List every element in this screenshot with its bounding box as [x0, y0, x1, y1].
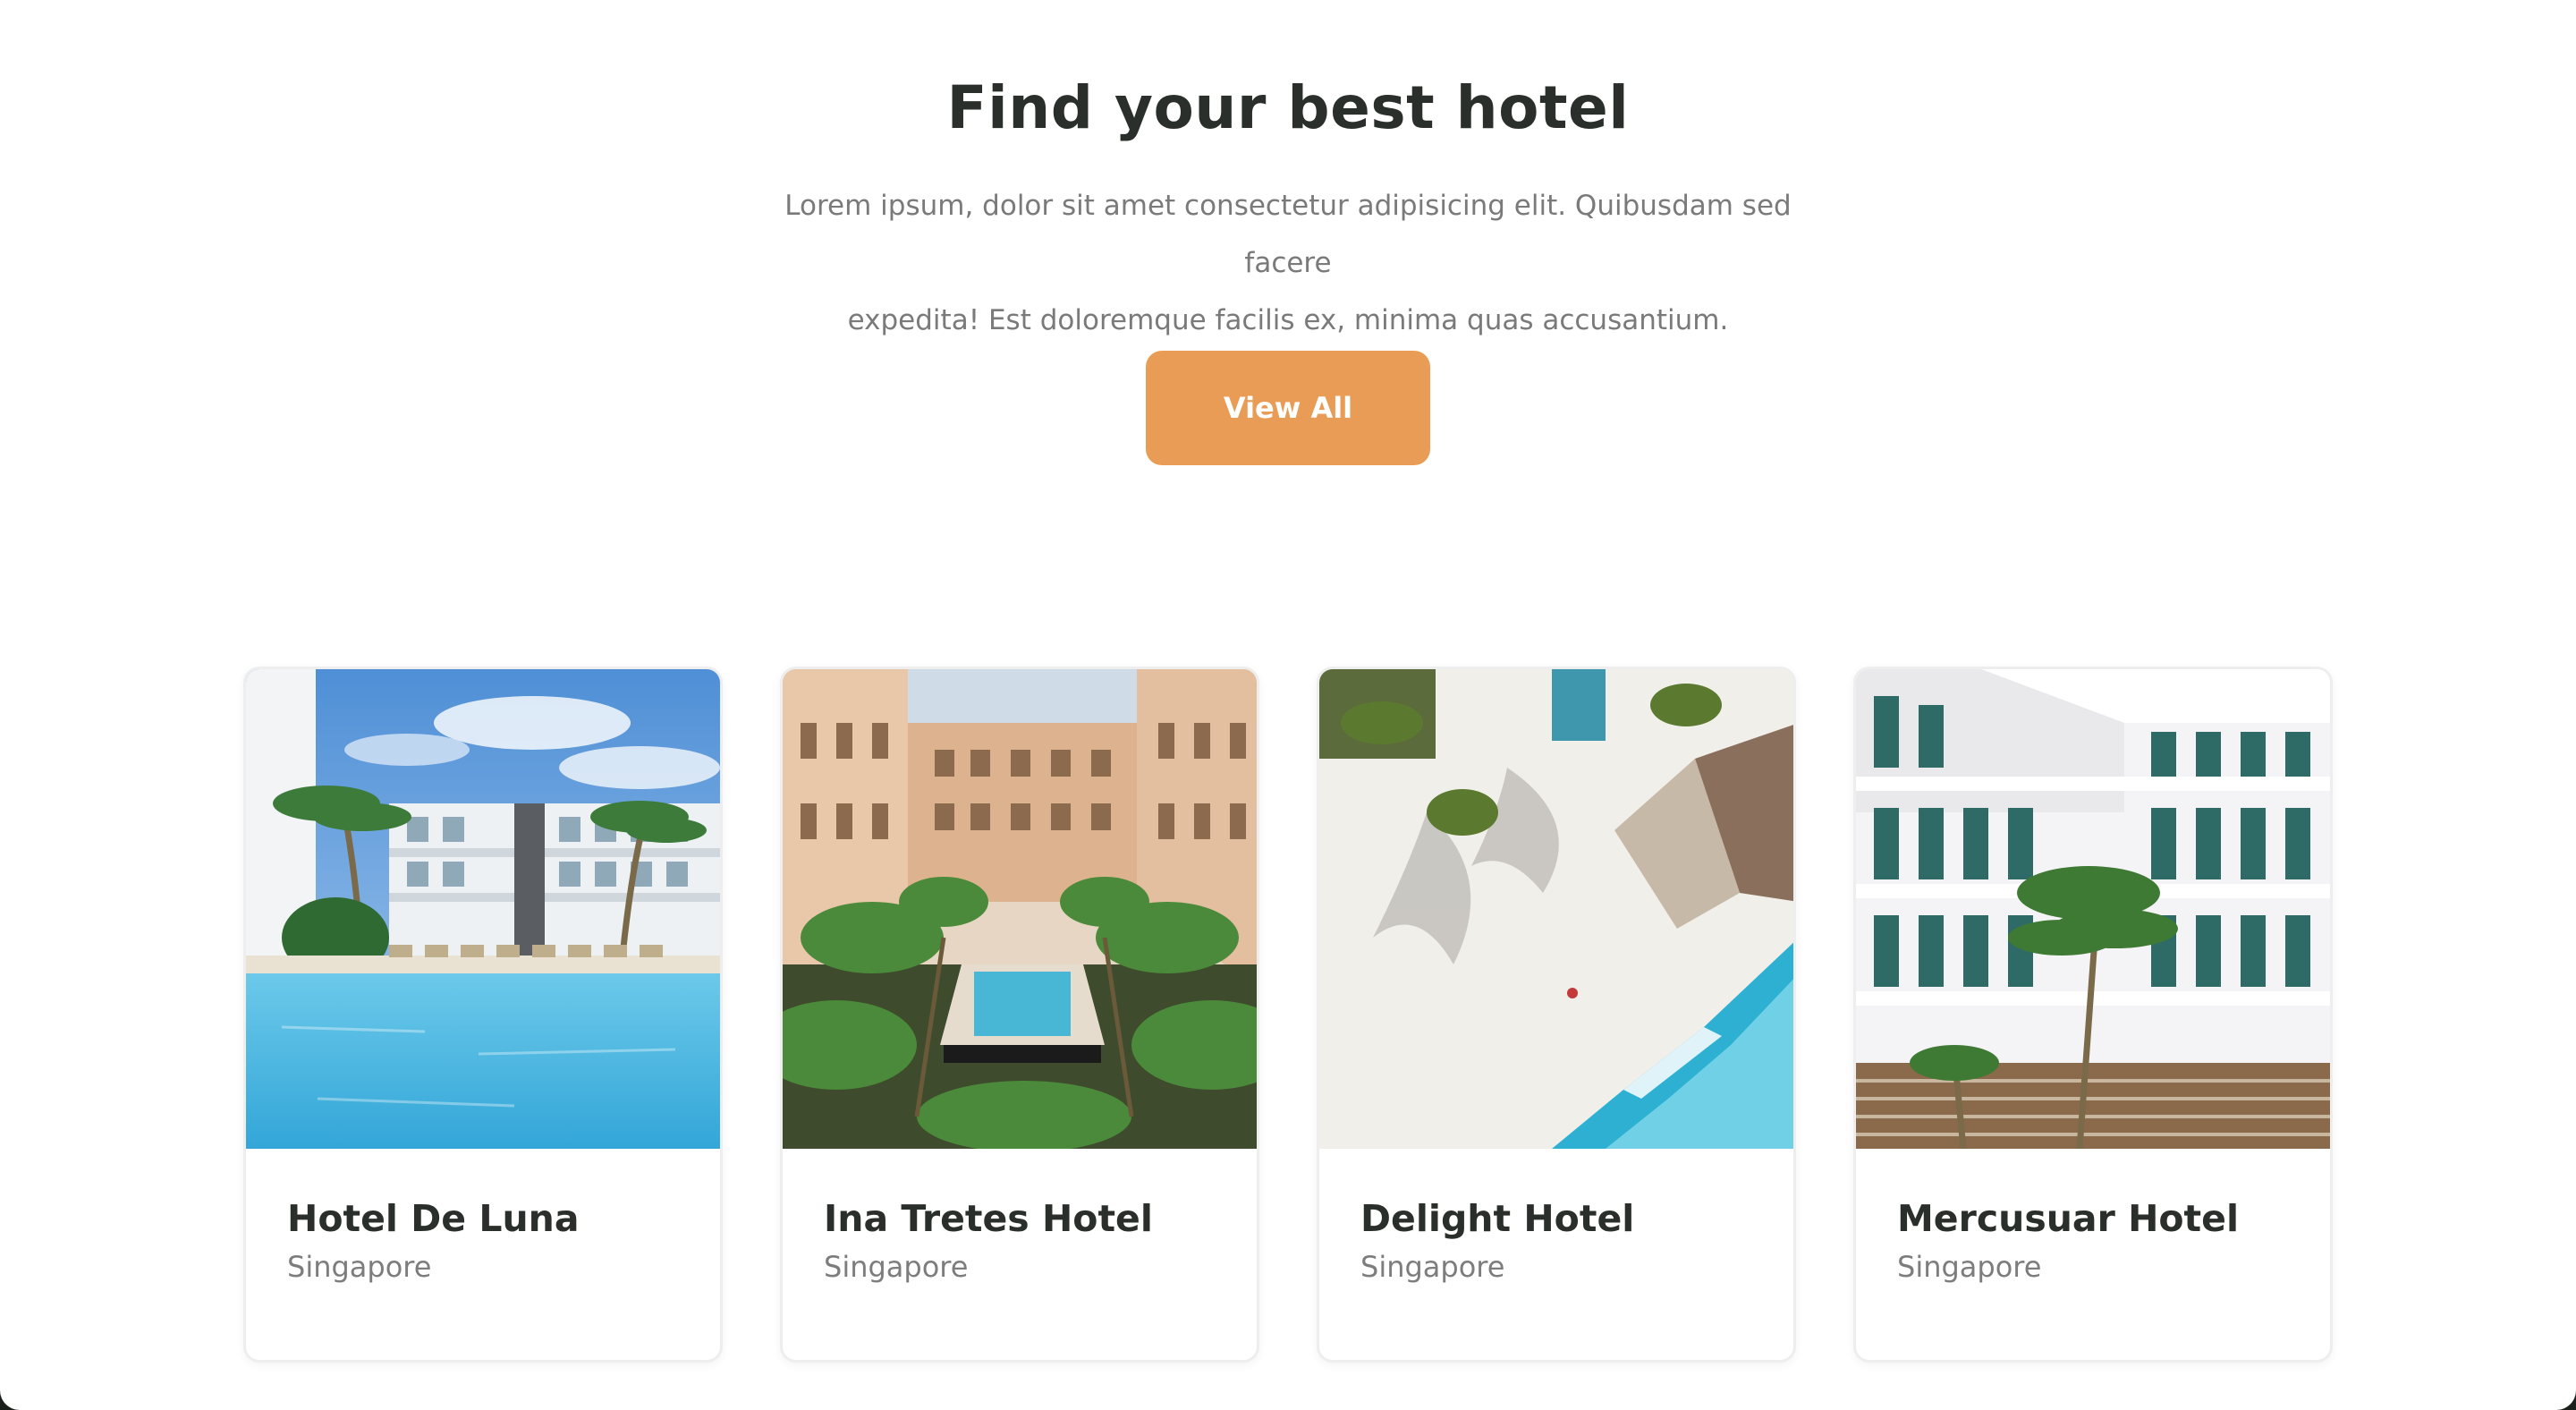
hero-description-line-2: expedita! Est doloremque facilis ex, min… — [847, 304, 1729, 336]
hotel-card-delight[interactable]: Delight Hotel Singapore — [1317, 667, 1796, 1363]
hotel-name: Delight Hotel — [1360, 1197, 1635, 1240]
hotel-card-ina-tretes[interactable]: Ina Tretes Hotel Singapore — [780, 667, 1259, 1363]
hotel-location: Singapore — [824, 1250, 969, 1284]
hotel-name: Hotel De Luna — [287, 1197, 580, 1240]
hero-description-line-1: Lorem ipsum, dolor sit amet consectetur … — [784, 190, 1792, 279]
hotel-location: Singapore — [1897, 1250, 2042, 1284]
page: Find your best hotel Lorem ipsum, dolor … — [0, 0, 2576, 1410]
hotel-image — [1319, 669, 1793, 1149]
hotel-image — [246, 669, 720, 1149]
hero-description: Lorem ipsum, dolor sit amet consectetur … — [742, 177, 1834, 349]
hotel-card-mercusuar[interactable]: Mercusuar Hotel Singapore — [1853, 667, 2333, 1363]
view-all-button[interactable]: View All — [1146, 351, 1430, 465]
hotel-location: Singapore — [1360, 1250, 1505, 1284]
page-title: Find your best hotel — [946, 73, 1630, 142]
hotel-name: Mercusuar Hotel — [1897, 1197, 2240, 1240]
hotel-image — [783, 669, 1257, 1149]
hotel-card-de-luna[interactable]: Hotel De Luna Singapore — [243, 667, 723, 1363]
hotel-image — [1856, 669, 2330, 1149]
hotel-name: Ina Tretes Hotel — [824, 1197, 1153, 1240]
hotel-location: Singapore — [287, 1250, 432, 1284]
